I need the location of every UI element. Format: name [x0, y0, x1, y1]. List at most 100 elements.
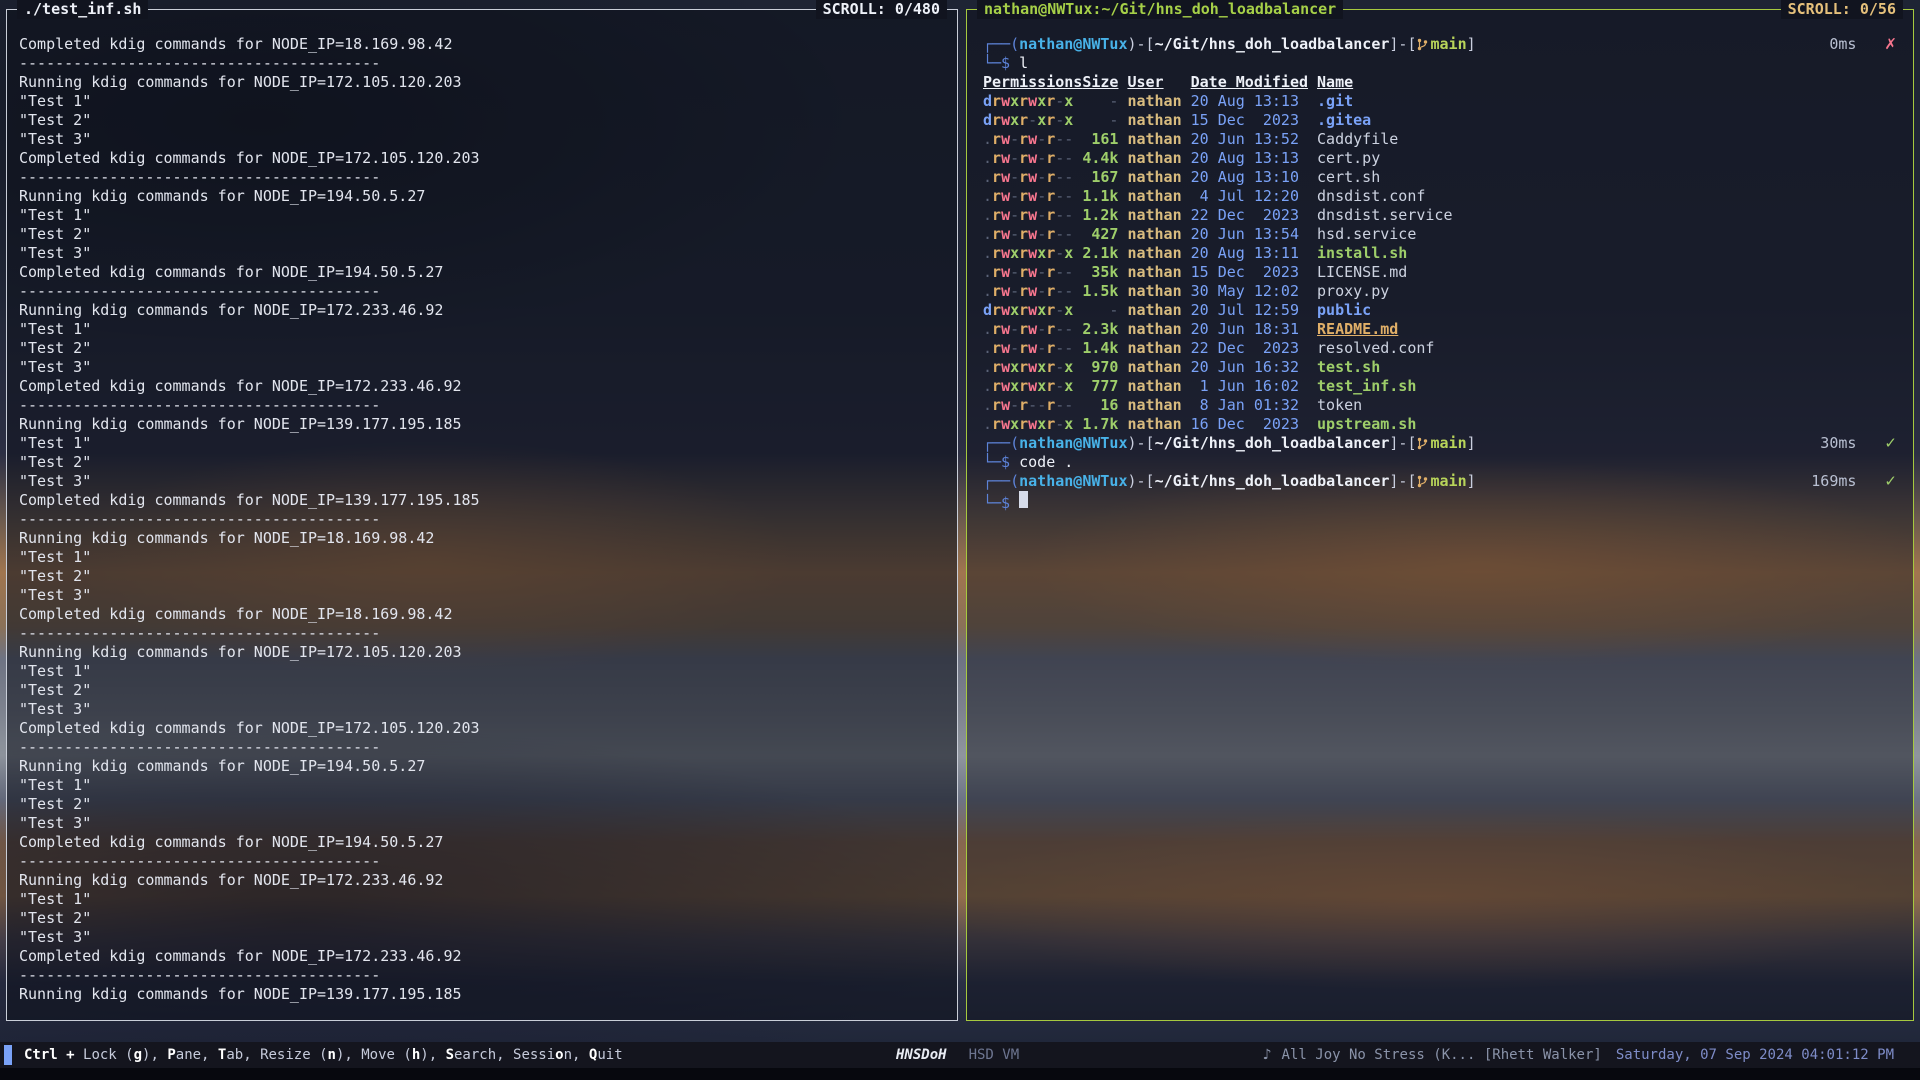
- file-row: drwxr-xr-x-nathan15 Dec 2023.gitea: [983, 111, 1899, 130]
- terminal-line: ----------------------------------------: [19, 54, 943, 73]
- terminal-line: "Test 3": [19, 700, 943, 719]
- git-branch-icon: [1417, 472, 1431, 490]
- terminal-line: Running kdig commands for NODE_IP=18.169…: [19, 529, 943, 548]
- file-name: resolved.conf: [1317, 339, 1899, 358]
- terminal-line: Running kdig commands for NODE_IP=139.17…: [19, 415, 943, 434]
- file-row: .rw-rw-r--35knathan15 Dec 2023LICENSE.md: [983, 263, 1899, 282]
- error-cross-icon: ✗: [1884, 35, 1897, 53]
- file-name: cert.sh: [1317, 168, 1899, 187]
- status-bar-right: ♪ All Joy No Stress (K... [Rhett Walker]…: [1263, 1047, 1894, 1063]
- terminal-cursor[interactable]: [1019, 491, 1028, 508]
- git-branch-name: main: [1431, 472, 1467, 490]
- command-text: l: [1019, 54, 1028, 73]
- terminal-line: Completed kdig commands for NODE_IP=172.…: [19, 947, 943, 966]
- prompt-block-3: ┌──(nathan@NWTux)-[~/Git/hns_doh_loadbal…: [983, 472, 1899, 510]
- file-name: upstream.sh: [1317, 415, 1899, 434]
- file-row: .rw-rw-r--1.4knathan22 Dec 2023resolved.…: [983, 339, 1899, 358]
- file-name: .git: [1317, 92, 1899, 111]
- prompt-path: ~/Git/hns_doh_loadbalancer: [1155, 472, 1390, 490]
- file-row: .rw-rw-r--161nathan20 Jun 13:52Caddyfile: [983, 130, 1899, 149]
- terminal-line: ----------------------------------------: [19, 966, 943, 985]
- terminal-line: ----------------------------------------: [19, 168, 943, 187]
- git-branch-name: main: [1431, 434, 1467, 452]
- terminal-line: "Test 1": [19, 320, 943, 339]
- file-row: .rw-rw-r--1.2knathan22 Dec 2023dnsdist.s…: [983, 206, 1899, 225]
- prompt-path: ~/Git/hns_doh_loadbalancer: [1155, 35, 1390, 53]
- file-name: README.md: [1317, 320, 1899, 339]
- terminal-line: Completed kdig commands for NODE_IP=194.…: [19, 263, 943, 282]
- left-terminal-pane[interactable]: ./test_inf.sh SCROLL: 0/480 Completed kd…: [6, 9, 958, 1021]
- file-row: .rwxrwxr-x1.7knathan16 Dec 2023upstream.…: [983, 415, 1899, 434]
- status-bar-center: HNSDoH HSD VM: [896, 1047, 1019, 1063]
- prompt-user-host: nathan@NWTux: [1019, 472, 1127, 490]
- terminal-line: "Test 3": [19, 586, 943, 605]
- terminal-line: "Test 3": [19, 814, 943, 833]
- terminal-line: Completed kdig commands for NODE_IP=18.1…: [19, 605, 943, 624]
- file-row: .rw-rw-r--2.3knathan20 Jun 18:31README.m…: [983, 320, 1899, 339]
- keybind-hints: Ctrl + Lock (g), Pane, Tab, Resize (n), …: [24, 1047, 623, 1063]
- terminal-line: ----------------------------------------: [19, 852, 943, 871]
- terminal-line: "Test 1": [19, 662, 943, 681]
- music-note-icon: ♪: [1263, 1047, 1272, 1063]
- right-terminal-pane[interactable]: nathan@NWTux:~/Git/hns_doh_loadbalancer …: [966, 9, 1914, 1021]
- prompt-block-1: ┌──(nathan@NWTux)-[~/Git/hns_doh_loadbal…: [983, 35, 1899, 73]
- file-row: .rw-r--r--16nathan 8 Jan 01:32token: [983, 396, 1899, 415]
- command-duration: 30ms: [1820, 434, 1856, 452]
- file-name: test_inf.sh: [1317, 377, 1899, 396]
- file-row: .rw-rw-r--1.5knathan30 May 12:02proxy.py: [983, 282, 1899, 301]
- file-row: .rw-rw-r--4.4knathan20 Aug 13:13cert.py: [983, 149, 1899, 168]
- terminal-line: "Test 1": [19, 548, 943, 567]
- terminal-line: Completed kdig commands for NODE_IP=18.1…: [19, 35, 943, 54]
- terminal-line: "Test 3": [19, 358, 943, 377]
- terminal-line: Completed kdig commands for NODE_IP=139.…: [19, 491, 943, 510]
- prompt-user-host: nathan@NWTux: [1019, 434, 1127, 452]
- file-listing-header: PermissionsSizeUserDate ModifiedName: [983, 73, 1899, 92]
- terminal-line: "Test 1": [19, 776, 943, 795]
- file-row: .rwxrwxr-x2.1knathan20 Aug 13:11install.…: [983, 244, 1899, 263]
- mode-indicator: [4, 1045, 12, 1065]
- left-terminal-output: Completed kdig commands for NODE_IP=18.1…: [7, 10, 957, 1020]
- terminal-line: ----------------------------------------: [19, 510, 943, 529]
- status-bar: Ctrl + Lock (g), Pane, Tab, Resize (n), …: [0, 1042, 1920, 1068]
- file-name: cert.py: [1317, 149, 1899, 168]
- file-name: Caddyfile: [1317, 130, 1899, 149]
- file-name: proxy.py: [1317, 282, 1899, 301]
- file-row: .rw-rw-r--427nathan20 Jun 13:54hsd.servi…: [983, 225, 1899, 244]
- terminal-line: "Test 3": [19, 244, 943, 263]
- terminal-line: "Test 2": [19, 225, 943, 244]
- git-branch-icon: [1417, 35, 1431, 53]
- file-name: token: [1317, 396, 1899, 415]
- file-name: hsd.service: [1317, 225, 1899, 244]
- terminal-line: "Test 2": [19, 111, 943, 130]
- terminal-line: "Test 3": [19, 472, 943, 491]
- terminal-line: ----------------------------------------: [19, 282, 943, 301]
- right-terminal-content: ┌──(nathan@NWTux)-[~/Git/hns_doh_loadbal…: [967, 10, 1913, 1020]
- file-row: drwxrwxr-x-nathan20 Aug 13:13.git: [983, 92, 1899, 111]
- terminal-line: Completed kdig commands for NODE_IP=172.…: [19, 377, 943, 396]
- terminal-line: Running kdig commands for NODE_IP=194.50…: [19, 757, 943, 776]
- file-name: test.sh: [1317, 358, 1899, 377]
- file-row: .rwxrwxr-x970nathan20 Jun 16:32test.sh: [983, 358, 1899, 377]
- terminal-line: "Test 2": [19, 795, 943, 814]
- datetime-label: Saturday, 07 Sep 2024 04:01:12 PM: [1616, 1047, 1894, 1063]
- session-name: HNSDoH: [896, 1047, 947, 1063]
- terminal-line: Running kdig commands for NODE_IP=194.50…: [19, 187, 943, 206]
- terminal-line: Running kdig commands for NODE_IP=139.17…: [19, 985, 943, 1004]
- file-row: .rw-rw-r--1.1knathan 4 Jul 12:20dnsdist.…: [983, 187, 1899, 206]
- git-branch-icon: [1417, 434, 1431, 452]
- file-name: LICENSE.md: [1317, 263, 1899, 282]
- git-branch-name: main: [1431, 35, 1467, 53]
- terminal-line: "Test 2": [19, 909, 943, 928]
- screen-bottom-strip: [0, 1068, 1920, 1080]
- terminal-line: "Test 3": [19, 928, 943, 947]
- terminal-line: "Test 1": [19, 92, 943, 111]
- file-row: drwxrwxr-x-nathan20 Jul 12:59public: [983, 301, 1899, 320]
- terminal-line: Completed kdig commands for NODE_IP=172.…: [19, 719, 943, 738]
- now-playing-label: All Joy No Stress (K... [Rhett Walker]: [1282, 1047, 1602, 1063]
- prompt-path: ~/Git/hns_doh_loadbalancer: [1155, 434, 1390, 452]
- terminal-line: "Test 2": [19, 339, 943, 358]
- terminal-line: "Test 2": [19, 567, 943, 586]
- terminal-line: "Test 2": [19, 681, 943, 700]
- terminal-line: Running kdig commands for NODE_IP=172.10…: [19, 643, 943, 662]
- command-text: code .: [1019, 453, 1073, 472]
